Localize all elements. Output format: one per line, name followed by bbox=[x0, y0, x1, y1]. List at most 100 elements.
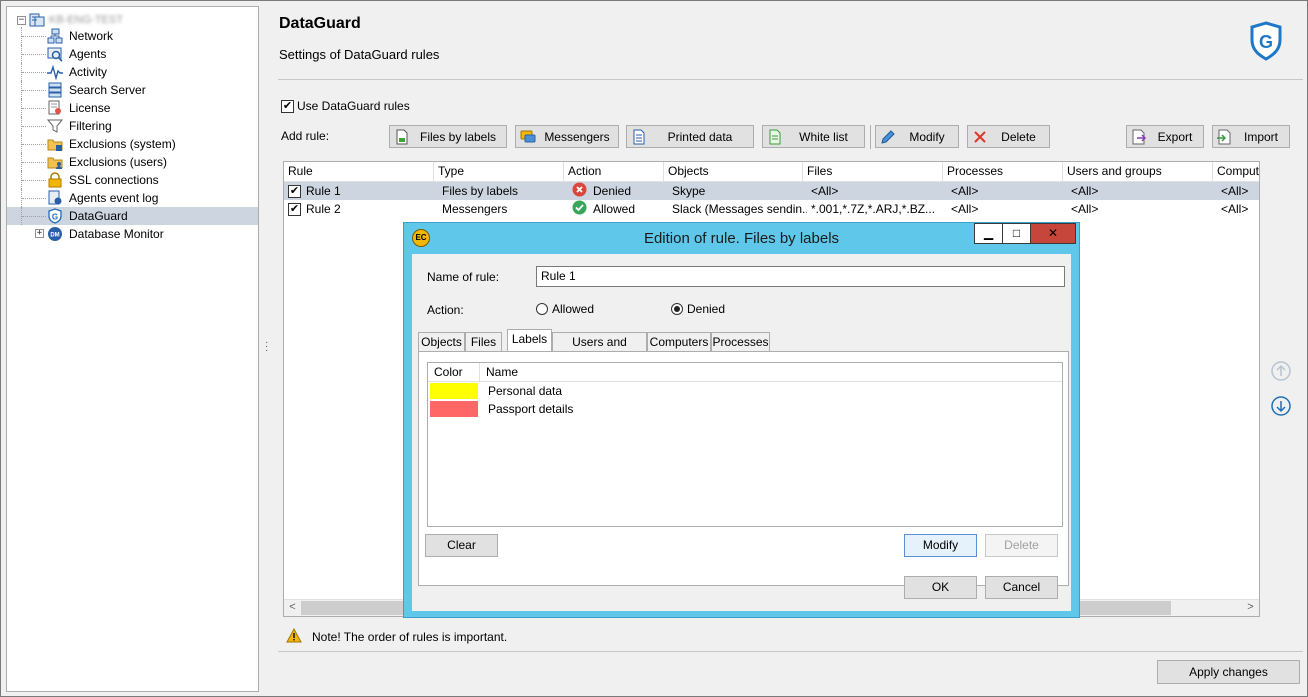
app-window: − KB-ENG-TEST Network Agents Activity Se… bbox=[0, 0, 1308, 697]
clear-button[interactable]: Clear bbox=[425, 534, 498, 557]
tab-files[interactable]: Files bbox=[465, 332, 502, 351]
tree-item-label: Exclusions (system) bbox=[69, 137, 176, 151]
column-header[interactable]: Color bbox=[428, 363, 480, 381]
row-checkbox[interactable]: ✔ bbox=[288, 202, 301, 216]
event-log-icon bbox=[47, 190, 63, 206]
column-header[interactable]: Name bbox=[480, 363, 1062, 381]
checkbox-label: Use DataGuard rules bbox=[297, 99, 410, 113]
tree-item-search-server[interactable]: Search Server bbox=[7, 81, 258, 99]
label-row[interactable]: Passport details bbox=[428, 400, 1062, 418]
apply-changes-button[interactable]: Apply changes bbox=[1157, 660, 1300, 684]
checkbox-box[interactable]: ✔ bbox=[281, 99, 294, 113]
files-by-labels-button[interactable]: Files by labels bbox=[389, 125, 507, 148]
exclusions-users-icon bbox=[47, 154, 63, 170]
dataguard-icon: G bbox=[47, 208, 63, 224]
column-header[interactable]: Rule bbox=[284, 162, 434, 181]
white-list-icon bbox=[767, 129, 783, 145]
tree-item-label: DataGuard bbox=[69, 209, 128, 223]
delete-x-icon bbox=[972, 129, 988, 145]
radio-button[interactable] bbox=[671, 303, 683, 315]
import-button[interactable]: Import bbox=[1212, 125, 1290, 148]
white-list-button[interactable]: White list bbox=[762, 125, 865, 148]
svg-text:G: G bbox=[52, 213, 58, 222]
name-of-rule-label: Name of rule: bbox=[427, 270, 500, 284]
maximize-icon[interactable]: □ bbox=[1002, 223, 1030, 244]
tree-item-database-monitor[interactable]: + DM Database Monitor bbox=[7, 225, 258, 243]
column-header[interactable]: Objects bbox=[664, 162, 803, 181]
tree-item-agents[interactable]: Agents bbox=[7, 45, 258, 63]
cancel-button[interactable]: Cancel bbox=[985, 576, 1058, 599]
move-down-icon[interactable] bbox=[1270, 395, 1292, 417]
tab-users-and-groups[interactable]: Users and groups bbox=[552, 332, 647, 367]
table-row[interactable]: ✔ Rule 2 Messengers Allowed Slack (Messag… bbox=[284, 200, 1259, 218]
tree-item-label: SSL connections bbox=[69, 173, 159, 187]
tree-item-filtering[interactable]: Filtering bbox=[7, 117, 258, 135]
radio-button[interactable] bbox=[536, 303, 548, 315]
tree-item-agents-event-log[interactable]: Agents event log bbox=[7, 189, 258, 207]
column-header[interactable]: Type bbox=[434, 162, 564, 181]
lock-icon bbox=[47, 172, 63, 188]
ok-button[interactable]: OK bbox=[904, 576, 977, 599]
tab-labels[interactable]: Labels bbox=[507, 329, 552, 351]
rules-table-header: Rule Type Action Objects Files Processes… bbox=[284, 162, 1259, 182]
tree-item-exclusions-system[interactable]: Exclusions (system) bbox=[7, 135, 258, 153]
agents-icon bbox=[47, 46, 63, 62]
labels-table: Color Name Personal data Passport detail… bbox=[427, 362, 1063, 527]
table-row[interactable]: ✔ Rule 1 Files by labels Denied Skype <Al… bbox=[284, 182, 1259, 200]
svg-text:DM: DM bbox=[50, 233, 59, 239]
modify-button[interactable]: Modify bbox=[875, 125, 959, 148]
denied-radio[interactable]: Denied bbox=[671, 302, 725, 316]
allowed-radio[interactable]: Allowed bbox=[536, 302, 594, 316]
database-monitor-icon: DM bbox=[47, 226, 63, 242]
label-delete-button[interactable]: Delete bbox=[985, 534, 1058, 557]
tree-item-label: Exclusions (users) bbox=[69, 155, 168, 169]
tree-item-dataguard[interactable]: G DataGuard bbox=[7, 207, 258, 225]
navigation-tree: − KB-ENG-TEST Network Agents Activity Se… bbox=[6, 6, 259, 692]
column-header[interactable]: Users and groups bbox=[1063, 162, 1213, 181]
close-icon[interactable]: ✕ bbox=[1030, 223, 1076, 244]
printed-data-button[interactable]: Printed data bbox=[626, 125, 754, 148]
collapse-icon[interactable]: − bbox=[17, 15, 26, 25]
warning-icon bbox=[286, 627, 302, 646]
filter-icon bbox=[47, 118, 63, 134]
label-row[interactable]: Personal data bbox=[428, 382, 1062, 400]
messengers-button[interactable]: Messengers bbox=[515, 125, 619, 148]
server-icon bbox=[29, 12, 45, 28]
license-icon bbox=[47, 100, 63, 116]
splitter-handle[interactable]: · · · bbox=[265, 338, 269, 356]
column-header[interactable]: Action bbox=[564, 162, 664, 181]
scroll-right-icon[interactable]: > bbox=[1242, 600, 1259, 616]
column-header[interactable]: Compute bbox=[1213, 162, 1259, 181]
tree-item-exclusions-users[interactable]: Exclusions (users) bbox=[7, 153, 258, 171]
tree-item-activity[interactable]: Activity bbox=[7, 63, 258, 81]
allowed-icon bbox=[572, 200, 587, 218]
tree-item-license[interactable]: License bbox=[7, 99, 258, 117]
messenger-icon bbox=[520, 129, 536, 145]
page-title: DataGuard bbox=[279, 15, 361, 32]
rule-name-input[interactable]: Rule 1 bbox=[536, 266, 1065, 287]
add-rule-label: Add rule: bbox=[281, 129, 330, 143]
use-dataguard-rules-checkbox[interactable]: ✔ Use DataGuard rules bbox=[281, 99, 410, 113]
delete-button[interactable]: Delete bbox=[967, 125, 1050, 148]
label-modify-button[interactable]: Modify bbox=[904, 534, 977, 557]
tree-item-ssl-connections[interactable]: SSL connections bbox=[7, 171, 258, 189]
tree-item-label: Activity bbox=[69, 65, 108, 79]
tree-item-label: Agents event log bbox=[69, 191, 159, 205]
footer-divider bbox=[278, 651, 1303, 652]
denied-icon bbox=[572, 182, 587, 200]
tab-processes[interactable]: Processes bbox=[711, 332, 770, 351]
svg-text:G: G bbox=[1259, 32, 1273, 52]
expand-icon[interactable]: + bbox=[35, 229, 44, 238]
tab-computers[interactable]: Computers bbox=[647, 332, 711, 351]
tree-item-network[interactable]: Network bbox=[7, 27, 258, 45]
search-server-icon bbox=[47, 82, 63, 98]
export-button[interactable]: Export bbox=[1126, 125, 1204, 148]
column-header[interactable]: Files bbox=[803, 162, 943, 181]
minimize-icon[interactable]: ▁ bbox=[974, 223, 1002, 244]
scroll-left-icon[interactable]: < bbox=[284, 600, 301, 616]
row-checkbox[interactable]: ✔ bbox=[288, 184, 301, 198]
tab-objects[interactable]: Objects bbox=[418, 332, 465, 351]
move-up-icon[interactable] bbox=[1270, 360, 1292, 382]
dialog-titlebar[interactable]: EC Edition of rule. Files by labels ▁ □ … bbox=[404, 223, 1079, 253]
column-header[interactable]: Processes bbox=[943, 162, 1063, 181]
